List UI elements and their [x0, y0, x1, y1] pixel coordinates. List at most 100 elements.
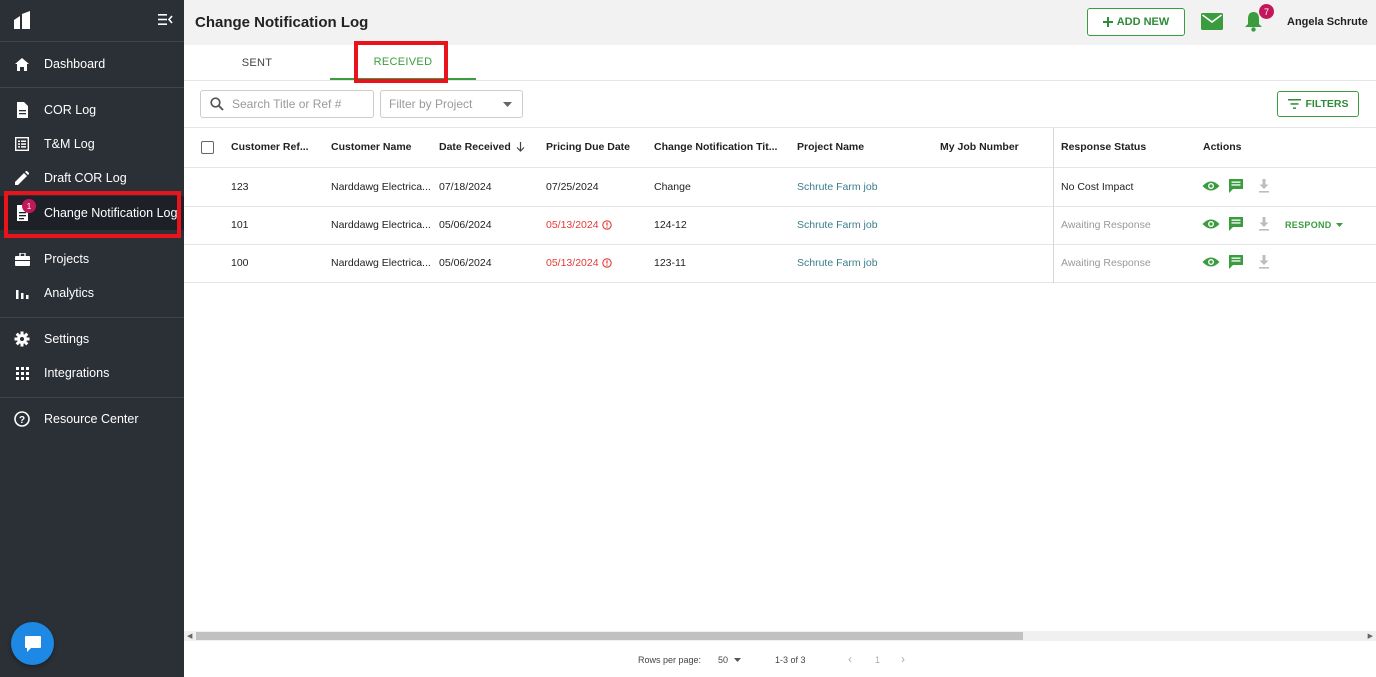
- user-name[interactable]: Angela Schrute: [1287, 16, 1368, 28]
- sidebar-item-cor-log[interactable]: COR Log: [0, 93, 184, 127]
- caret-down-icon: [734, 658, 742, 662]
- cell-response-status: No Cost Impact: [1061, 181, 1134, 193]
- cell-customer-name: Narddawg Electrica...: [331, 219, 431, 231]
- tab-received[interactable]: RECEIVED: [330, 45, 476, 80]
- next-page-icon[interactable]: ›: [901, 652, 905, 666]
- collapse-menu-icon[interactable]: [158, 13, 173, 31]
- respond-dropdown-button[interactable]: RESPOND: [1285, 220, 1343, 230]
- bar-chart-icon: [0, 287, 44, 299]
- document-icon: [0, 102, 44, 118]
- scroll-right-arrow-icon[interactable]: ▶: [1368, 632, 1373, 640]
- row-divider: [184, 167, 1376, 168]
- view-eye-icon[interactable]: [1202, 255, 1220, 273]
- project-filter-select[interactable]: Filter by Project: [380, 90, 523, 118]
- sidebar-item-integrations[interactable]: Integrations: [0, 356, 184, 390]
- sidebar-item-label: Projects: [44, 252, 90, 266]
- cell-project-link[interactable]: Schrute Farm job: [797, 181, 878, 193]
- sidebar-item-resource-center[interactable]: ? Resource Center: [0, 402, 184, 436]
- select-all-checkbox[interactable]: [201, 141, 214, 154]
- sidebar-item-draft-cor-log[interactable]: Draft COR Log: [0, 161, 184, 195]
- cell-pricing-due-date: 05/13/2024: [546, 219, 612, 231]
- current-page[interactable]: 1: [875, 655, 880, 665]
- frozen-column-separator: [1053, 128, 1054, 283]
- cell-response-status: Awaiting Response: [1061, 219, 1151, 231]
- cell-project-link[interactable]: Schrute Farm job: [797, 219, 878, 231]
- due-date-text: 05/13/2024: [546, 219, 599, 231]
- column-header-response-status[interactable]: Response Status: [1061, 141, 1146, 153]
- overdue-alert-icon: [601, 258, 612, 268]
- sidebar-item-dashboard[interactable]: Dashboard: [0, 47, 184, 81]
- notification-log-icon: 1: [0, 199, 44, 221]
- cell-customer-name: Narddawg Electrica...: [331, 257, 431, 269]
- scrollbar-thumb[interactable]: [196, 632, 1023, 640]
- download-icon[interactable]: [1258, 217, 1270, 236]
- search-placeholder: Search Title or Ref #: [232, 97, 342, 111]
- table-top-border: [184, 127, 1376, 128]
- list-icon: [0, 137, 44, 151]
- notification-badge: 1: [22, 199, 36, 213]
- column-header-label: Date Received: [439, 141, 511, 153]
- sidebar-item-label: Resource Center: [44, 412, 139, 426]
- plus-icon: [1102, 17, 1113, 27]
- briefcase-icon: [0, 252, 44, 266]
- sidebar-divider: [0, 87, 184, 88]
- mail-icon[interactable]: [1201, 13, 1223, 35]
- pencil-icon: [0, 171, 44, 185]
- column-header-my-job-number[interactable]: My Job Number: [940, 141, 1019, 153]
- row-divider: [184, 244, 1376, 245]
- cell-project-link[interactable]: Schrute Farm job: [797, 257, 878, 269]
- comment-icon[interactable]: [1228, 216, 1244, 237]
- search-input[interactable]: Search Title or Ref #: [200, 90, 374, 118]
- sidebar-divider: [0, 397, 184, 398]
- add-new-button[interactable]: ADD NEW: [1087, 8, 1185, 36]
- cell-customer-ref: 100: [231, 257, 249, 269]
- rows-per-page-label: Rows per page:: [638, 655, 702, 665]
- add-new-label: ADD NEW: [1116, 16, 1170, 28]
- scroll-left-arrow-icon[interactable]: ◀: [187, 632, 192, 640]
- top-header: Change Notification Log ADD NEW 7 Angela…: [184, 0, 1376, 45]
- sidebar-item-analytics[interactable]: Analytics: [0, 276, 184, 310]
- logo-icon[interactable]: [13, 11, 32, 35]
- download-icon[interactable]: [1258, 255, 1270, 274]
- rows-per-page-value: 50: [718, 655, 729, 665]
- prev-page-icon[interactable]: ‹: [848, 652, 852, 666]
- cell-pricing-due-date: 05/13/2024: [546, 257, 612, 269]
- column-header-customer-name[interactable]: Customer Name: [331, 141, 412, 153]
- horizontal-scrollbar[interactable]: ◀ ▶: [184, 631, 1376, 641]
- column-header-change-notification-title[interactable]: Change Notification Tit...: [654, 141, 777, 153]
- filters-button[interactable]: FILTERS: [1277, 91, 1359, 117]
- overdue-alert-icon: [601, 220, 612, 230]
- comment-icon[interactable]: [1228, 254, 1244, 275]
- comment-icon[interactable]: [1228, 178, 1244, 199]
- chat-launcher-button[interactable]: [11, 622, 54, 665]
- grid-icon: [0, 366, 44, 380]
- column-header-customer-ref[interactable]: Customer Ref...: [231, 141, 309, 153]
- sidebar-item-projects[interactable]: Projects: [0, 242, 184, 276]
- caret-down-icon: [1335, 223, 1343, 227]
- view-eye-icon[interactable]: [1202, 217, 1220, 235]
- caret-down-icon: [503, 101, 512, 107]
- rows-per-page-select[interactable]: 50: [718, 655, 742, 665]
- row-divider: [184, 206, 1376, 207]
- cell-date-received: 07/18/2024: [439, 181, 492, 193]
- sidebar-item-change-notification-log[interactable]: 1 Change Notification Log: [0, 196, 184, 230]
- sidebar-item-label: Dashboard: [44, 57, 106, 71]
- due-date-text: 05/13/2024: [546, 257, 599, 269]
- column-header-project-name[interactable]: Project Name: [797, 141, 864, 153]
- pagination-range: 1-3 of 3: [775, 655, 806, 665]
- view-eye-icon[interactable]: [1202, 179, 1220, 197]
- cell-pricing-due-date: 07/25/2024: [546, 181, 599, 193]
- cell-response-status: Awaiting Response: [1061, 257, 1151, 269]
- sidebar-item-label: Change Notification Log: [44, 206, 178, 220]
- download-icon[interactable]: [1258, 179, 1270, 198]
- column-header-date-received[interactable]: Date Received: [439, 141, 525, 153]
- sort-down-arrow-icon: [516, 142, 525, 152]
- project-filter-placeholder: Filter by Project: [389, 97, 473, 111]
- column-header-pricing-due-date[interactable]: Pricing Due Date: [546, 141, 630, 153]
- help-circle-icon: ?: [0, 411, 44, 427]
- tab-bar: SENT RECEIVED: [184, 45, 1376, 81]
- sidebar-item-settings[interactable]: Settings: [0, 322, 184, 356]
- sidebar-item-tm-log[interactable]: T&M Log: [0, 127, 184, 161]
- sidebar: Dashboard COR Log T&M Log Draft COR Log …: [0, 0, 184, 677]
- tab-sent[interactable]: SENT: [184, 45, 330, 80]
